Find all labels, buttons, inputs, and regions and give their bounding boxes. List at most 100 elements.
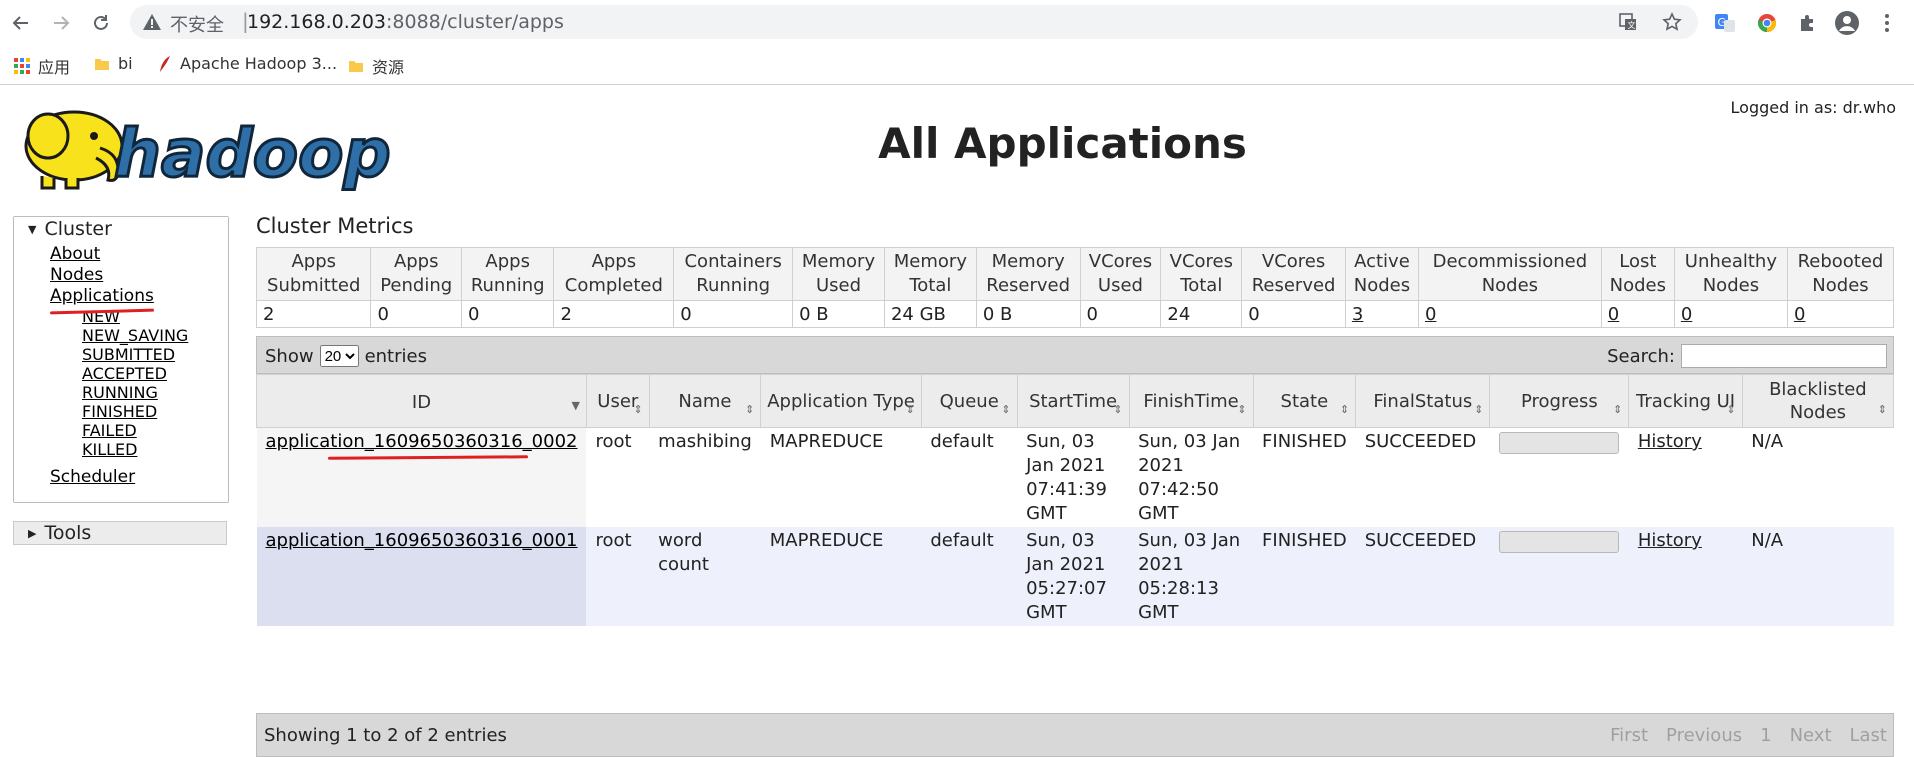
sidebar-link-about[interactable]: About xyxy=(50,244,228,265)
metrics-header-cell: VCores Used xyxy=(1079,247,1162,301)
page-size-select[interactable]: 20 xyxy=(319,345,359,367)
triangle-right-icon: ▶ xyxy=(28,526,37,540)
pager-previous[interactable]: Previous xyxy=(1666,725,1742,746)
metrics-header-cell: Memory Reserved xyxy=(975,247,1081,301)
bookmark-apps[interactable]: 应用 xyxy=(14,54,70,78)
metrics-header-line: Reserved xyxy=(986,275,1071,296)
column-header-label: Name xyxy=(678,390,732,412)
tracking-history-link[interactable]: History xyxy=(1628,527,1743,626)
cell-name: mashibing xyxy=(649,427,761,527)
metrics-header-line: Active xyxy=(1354,251,1410,272)
cell-progress xyxy=(1489,427,1629,527)
application-id-link[interactable]: application_1609650360316_0001 xyxy=(266,530,578,551)
sidebar-cluster-header[interactable]: ▼ Cluster xyxy=(14,217,228,241)
sidebar-state-failed[interactable]: FAILED xyxy=(50,421,228,440)
cell-queue: default xyxy=(921,427,1018,527)
metrics-value-cell[interactable]: 0 xyxy=(1673,300,1788,328)
column-header[interactable]: User ⇕ xyxy=(585,374,650,428)
metrics-header-line: Nodes xyxy=(1812,275,1869,296)
pager-first[interactable]: First xyxy=(1610,725,1648,746)
search-label: Search: xyxy=(1607,345,1675,367)
metrics-header-cell: Apps Submitted xyxy=(255,247,372,301)
column-header[interactable]: FinalStatus ⇕ xyxy=(1355,374,1491,428)
logged-in-label: Logged in as: dr.who xyxy=(1730,98,1896,117)
metrics-value-cell[interactable]: 0 xyxy=(1417,300,1602,328)
cell-start: Sun, 03 Jan 2021 07:41:39 GMT xyxy=(1017,427,1130,527)
metrics-header-line: Containers xyxy=(684,251,782,272)
url-text[interactable]: 192.168.0.203:8088/cluster/apps xyxy=(247,11,564,33)
sidebar-link-applications[interactable]: Applications xyxy=(50,286,228,307)
sidebar-link-nodes[interactable]: Nodes xyxy=(50,265,228,286)
sidebar-state-running[interactable]: RUNNING xyxy=(50,383,228,402)
chrome-extension-icon[interactable] xyxy=(1752,8,1782,38)
sidebar-link-scheduler[interactable]: Scheduler xyxy=(50,467,228,488)
bookmark-apache-hadoop[interactable]: Apache Hadoop 3... xyxy=(158,54,337,73)
bookmarks-bar: 应用 bi Apache Hadoop 3... 资源 xyxy=(0,46,1914,85)
column-header-label: Progress xyxy=(1520,390,1598,412)
metrics-header-line: Apps xyxy=(291,251,336,272)
search-input[interactable] xyxy=(1681,344,1887,368)
column-header[interactable]: Name ⇕ xyxy=(648,374,762,428)
bookmark-resources[interactable]: 资源 xyxy=(348,54,404,78)
cell-start: Sun, 03 Jan 2021 05:27:07 GMT xyxy=(1017,527,1130,626)
bookmark-star-icon[interactable] xyxy=(1660,10,1684,34)
folder-icon xyxy=(94,56,110,72)
column-header[interactable]: StartTime ⇕ xyxy=(1016,374,1130,428)
metrics-header-line: Completed xyxy=(564,275,663,296)
cell-id: application_1609650360316_0002 xyxy=(256,427,587,527)
column-header[interactable]: FinishTime ⇕ xyxy=(1128,374,1254,428)
sidebar-tools-header[interactable]: ▶ Tools xyxy=(13,521,227,545)
tracking-history-link[interactable]: History xyxy=(1628,427,1743,527)
forward-arrow-icon[interactable] xyxy=(46,8,76,38)
column-header[interactable]: Progress ⇕ xyxy=(1489,374,1630,428)
application-id-link[interactable]: application_1609650360316_0002 xyxy=(266,431,578,452)
menu-kebab-icon[interactable] xyxy=(1872,8,1902,38)
extensions-puzzle-icon[interactable] xyxy=(1792,8,1822,38)
google-translate-extension-icon[interactable]: G xyxy=(1710,8,1740,38)
sidebar-state-killed[interactable]: KILLED xyxy=(50,440,228,459)
translate-icon[interactable]: 文 xyxy=(1616,10,1640,34)
address-bar[interactable]: 不安全 | 192.168.0.203:8088/cluster/apps 文 xyxy=(130,5,1698,39)
back-arrow-icon[interactable] xyxy=(6,8,36,38)
sidebar-state-accepted[interactable]: ACCEPTED xyxy=(50,364,228,383)
cluster-metrics-table: Apps Submitted Apps Pending Apps Running Apps C… xyxy=(255,247,1895,328)
cell-type: MAPREDUCE xyxy=(760,427,922,527)
column-header[interactable]: ID ▼ xyxy=(256,374,587,428)
metrics-header-line: Decommissioned xyxy=(1432,251,1588,272)
profile-avatar-icon[interactable] xyxy=(1832,8,1862,38)
column-header[interactable]: Application Type ⇕ xyxy=(760,374,922,428)
cell-final: SUCCEEDED xyxy=(1355,527,1490,626)
sort-both-icon: ⇕ xyxy=(1113,403,1123,416)
sidebar-state-finished[interactable]: FINISHED xyxy=(50,402,228,421)
metrics-value-cell: 0 xyxy=(673,300,794,328)
metrics-header-cell: VCores Reserved xyxy=(1241,247,1346,301)
metrics-value-cell: 0 xyxy=(460,300,555,328)
cluster-metrics-title: Cluster Metrics xyxy=(256,214,414,238)
logo-wordmark: hadoop xyxy=(114,115,390,192)
pager-next[interactable]: Next xyxy=(1790,725,1832,746)
warning-triangle-icon[interactable] xyxy=(142,12,162,36)
sidebar-cluster-links: About Nodes Applications NEW NEW_SAVING … xyxy=(14,241,228,488)
sort-both-icon: ⇕ xyxy=(1877,403,1887,416)
url-path: :8088/cluster/apps xyxy=(386,11,564,33)
sidebar-state-new-saving[interactable]: NEW_SAVING xyxy=(50,326,228,345)
metrics-value-cell[interactable]: 3 xyxy=(1344,300,1419,328)
column-header[interactable]: Tracking UI ⇕ xyxy=(1628,374,1743,428)
sort-both-icon: ⇕ xyxy=(1237,403,1247,416)
pager-last[interactable]: Last xyxy=(1850,725,1888,746)
sidebar-state-submitted[interactable]: SUBMITTED xyxy=(50,345,228,364)
reload-icon[interactable] xyxy=(86,8,116,38)
metrics-value-cell[interactable]: 0 xyxy=(1600,300,1675,328)
hadoop-logo[interactable]: hadoop xyxy=(14,96,392,196)
metrics-header-row: Apps Submitted Apps Pending Apps Running Apps C… xyxy=(255,247,1895,301)
metrics-header-line: Unhealthy xyxy=(1684,251,1777,272)
column-header[interactable]: State ⇕ xyxy=(1252,374,1357,428)
column-header[interactable]: Blacklisted Nodes ⇕ xyxy=(1741,374,1895,428)
column-header[interactable]: Queue ⇕ xyxy=(920,374,1018,428)
metrics-header-line: Rebooted xyxy=(1797,251,1884,272)
metrics-value-cell[interactable]: 0 xyxy=(1786,300,1895,328)
bookmark-bi[interactable]: bi xyxy=(94,54,133,73)
sort-both-icon: ⇕ xyxy=(633,403,643,416)
insecure-label[interactable]: 不安全 xyxy=(170,11,224,37)
pager-1[interactable]: 1 xyxy=(1760,725,1771,746)
